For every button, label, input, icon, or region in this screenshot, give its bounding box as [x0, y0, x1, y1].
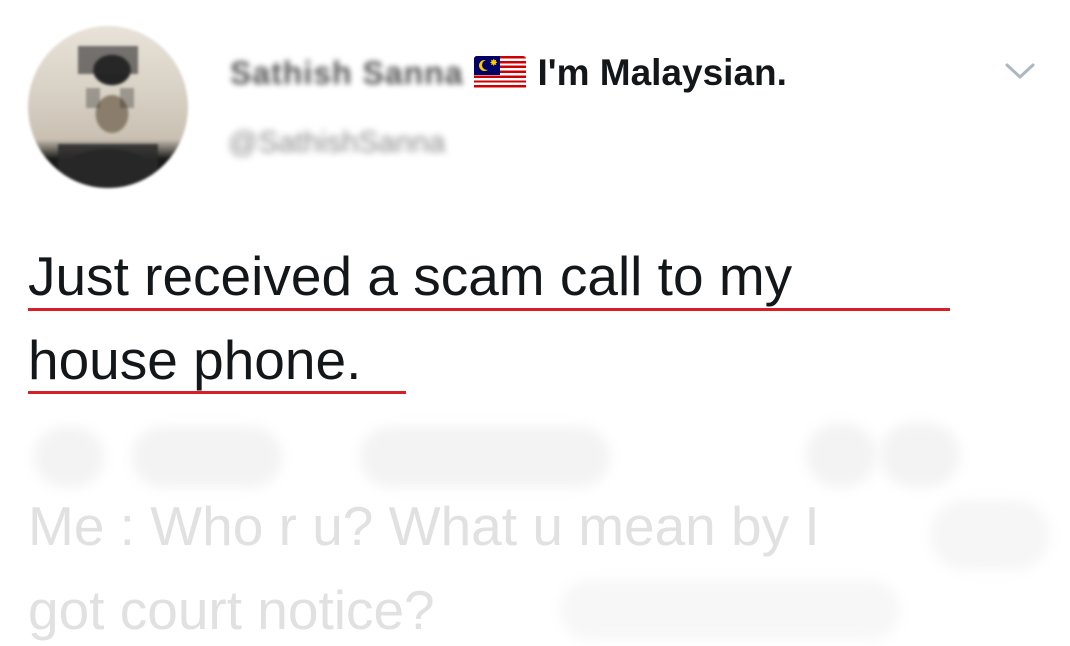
faded-text-line-1: Me : Who r u? What u mean by I [28, 495, 820, 557]
ghost-blob [806, 423, 876, 487]
tweet-text-line-2: house phone. [28, 329, 362, 391]
avatar-pixel-block [120, 88, 134, 108]
ghost-blob [34, 427, 104, 487]
avatar-pixel-block [86, 88, 100, 108]
ghost-blob [880, 423, 960, 487]
red-underline-2 [28, 391, 406, 394]
ghost-blob [132, 427, 282, 487]
faded-text-line-2: got court notice? [28, 579, 435, 641]
tweet-text-line-1: Just received a scam call to my [28, 245, 793, 307]
flag-star: ✸ [489, 58, 498, 69]
author-display-name-suffix[interactable]: I'm Malaysian. [538, 52, 787, 94]
tweet-text: Just received a scam call to my house ph… [28, 234, 1028, 402]
author-handle-blurred[interactable]: @SathishSanna [228, 126, 445, 160]
author-name-row[interactable]: Sathish Sanna ✸ I'm Malaysian. [230, 48, 787, 98]
red-underline-1 [28, 308, 950, 311]
faded-tweet-text: Me : Who r u? What u mean by I got court… [28, 484, 1028, 646]
chevron-down-svg [1005, 63, 1035, 79]
malaysia-flag-icon: ✸ [473, 56, 526, 90]
tweet-card: Sathish Sanna ✸ I'm Malaysian. @SathishS… [0, 0, 1070, 646]
ghost-blob [360, 427, 610, 487]
author-display-name-blurred[interactable]: Sathish Sanna [230, 55, 464, 92]
chevron-down-icon[interactable] [1000, 56, 1040, 86]
avatar[interactable] [28, 26, 188, 188]
avatar-pixel-block [78, 46, 138, 74]
avatar-pixel-block [58, 144, 158, 188]
